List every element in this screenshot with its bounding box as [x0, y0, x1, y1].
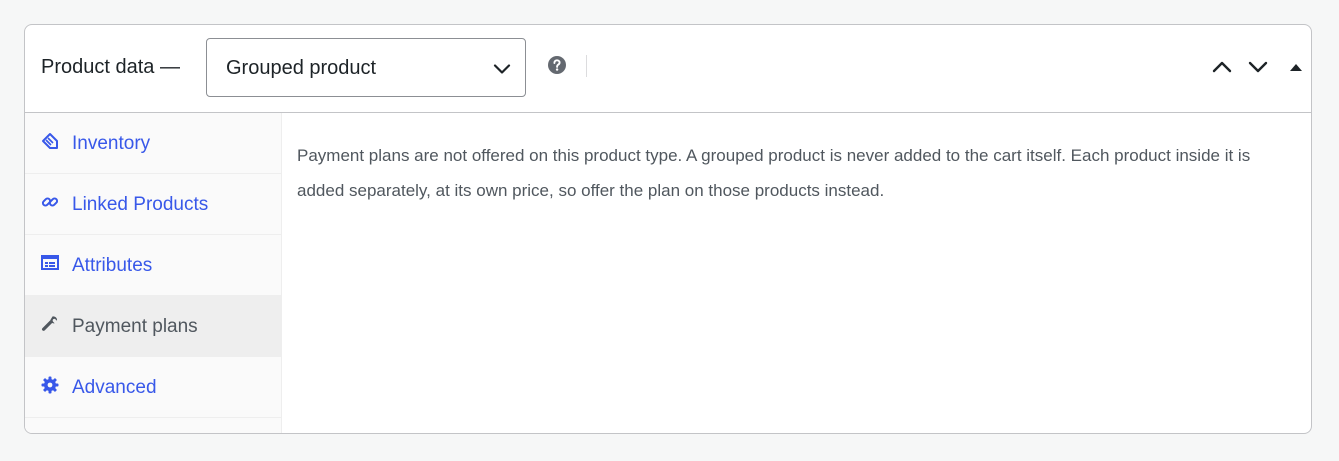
product-type-select[interactable]: Grouped product [206, 38, 526, 97]
product-data-tabs: Inventory Linked Products Attributes Pay… [25, 113, 282, 433]
tab-label: Attributes [72, 255, 153, 276]
tab-label: Linked Products [72, 194, 209, 215]
chevron-down-icon [1248, 61, 1268, 73]
help-icon[interactable] [548, 56, 566, 74]
move-up-button[interactable] [1211, 56, 1233, 78]
chevron-up-icon [1212, 61, 1232, 73]
tab-inventory[interactable]: Inventory [25, 113, 281, 174]
tag-icon [41, 132, 59, 150]
tab-label: Inventory [72, 133, 151, 154]
payment-plans-message: Payment plans are not offered on this pr… [297, 146, 1251, 200]
tab-linked-products[interactable]: Linked Products [25, 174, 281, 235]
panel-header: Product data — Grouped product [25, 25, 1311, 113]
caret-up-icon [1290, 64, 1302, 71]
tab-label: Advanced [72, 377, 157, 398]
move-down-button[interactable] [1247, 56, 1269, 78]
link-icon [41, 193, 59, 211]
gear-icon [41, 376, 59, 394]
list-table-icon [41, 254, 59, 272]
tab-label: Payment plans [72, 316, 198, 337]
chevron-down-icon [493, 60, 511, 78]
product-data-panel: Product data — Grouped product Inventory… [24, 24, 1312, 434]
panel-title: Product data — [41, 56, 180, 78]
wrench-icon [41, 315, 59, 333]
tab-payment-plans[interactable]: Payment plans [25, 296, 281, 357]
toggle-panel-button[interactable] [1285, 56, 1307, 78]
header-divider [586, 55, 587, 77]
tab-advanced[interactable]: Advanced [25, 357, 281, 418]
tab-attributes[interactable]: Attributes [25, 235, 281, 296]
product-type-value: Grouped product [226, 57, 377, 79]
